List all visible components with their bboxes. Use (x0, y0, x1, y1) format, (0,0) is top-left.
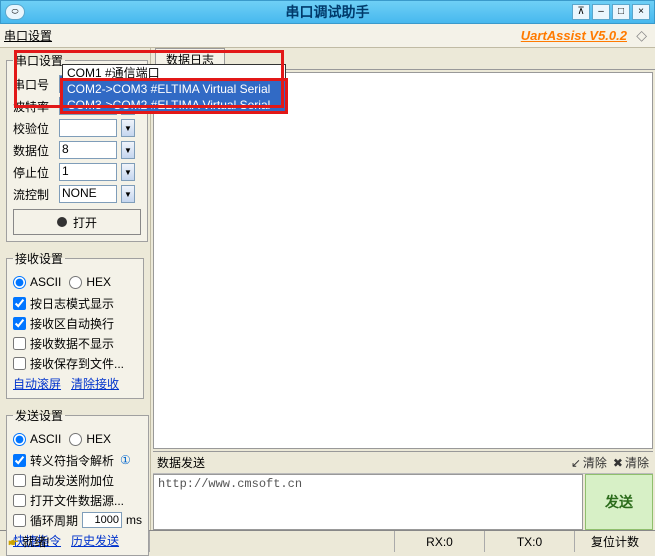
port-settings-legend: 串口设置 (13, 52, 65, 69)
port-option-2[interactable]: COM3->COM2 #ELTIMA Virtual Serial (63, 97, 285, 113)
status-rx: RX:0 (395, 531, 485, 552)
send-ascii-radio[interactable]: ASCII (13, 429, 61, 449)
statusbar: 🖝 就绪! RX:0 TX:0 复位计数 (0, 530, 655, 552)
send-area: 数据发送 ↙ 清除 ✖ 清除 http://www.cmsoft.cn 发送 (153, 451, 653, 530)
auto-scroll-link[interactable]: 自动滚屏 (13, 375, 61, 392)
status-ready-icon: 🖝 (8, 533, 18, 550)
titlebar: ⬭ 串口调试助手 ⊼ – □ × (0, 0, 655, 24)
status-ready: 就绪! (22, 533, 49, 550)
databits-dropdown-icon[interactable]: ▼ (121, 141, 135, 159)
send-cycle-check[interactable]: 循环周期 ms (13, 510, 142, 530)
flow-dropdown-icon[interactable]: ▼ (121, 185, 135, 203)
parity-select[interactable] (59, 119, 117, 137)
databits-label: 数据位 (13, 142, 55, 159)
recv-autowrap-check[interactable]: 接收区自动换行 (13, 313, 137, 333)
port-option-1[interactable]: COM2->COM3 #ELTIMA Virtual Serial (63, 81, 285, 97)
clear-input-button[interactable]: ↙ 清除 (571, 454, 607, 471)
baud-label: 波特率 (13, 98, 55, 115)
brand-link[interactable]: UartAssist V5.0.2 (521, 28, 627, 43)
reset-count-button[interactable]: 复位计数 (575, 531, 655, 552)
stopbits-label: 停止位 (13, 164, 55, 181)
clear-send-button[interactable]: ✖ 清除 (613, 454, 649, 471)
clear-recv-link[interactable]: 清除接收 (71, 375, 119, 392)
open-status-dot-icon (57, 217, 67, 227)
close-button[interactable]: × (632, 4, 650, 20)
send-hex-radio[interactable]: HEX (69, 429, 111, 449)
diamond-icon[interactable]: ◇ (636, 27, 647, 44)
recv-hide-check[interactable]: 接收数据不显示 (13, 333, 137, 353)
cycle-input[interactable] (82, 512, 122, 528)
recv-log-mode-check[interactable]: 按日志模式显示 (13, 293, 137, 313)
send-button[interactable]: 发送 (585, 474, 653, 530)
stopbits-select[interactable]: 1 (59, 163, 117, 181)
recv-save-check[interactable]: 接收保存到文件... (13, 353, 137, 373)
open-button-label: 打开 (73, 214, 97, 231)
minimize-button[interactable]: – (592, 4, 610, 20)
tool-port-settings[interactable]: 串口设置 (4, 27, 52, 44)
port-option-0[interactable]: COM1 #通信端口 (63, 65, 285, 81)
window-title: 串口调试助手 (286, 2, 370, 22)
send-legend: 发送设置 (13, 407, 65, 424)
databits-select[interactable]: 8 (59, 141, 117, 159)
send-autoappend-check[interactable]: 自动发送附加位 (13, 470, 142, 490)
stopbits-dropdown-icon[interactable]: ▼ (121, 163, 135, 181)
recv-settings-group: 接收设置 ASCII HEX 按日志模式显示 接收区自动换行 接收数据不显示 接… (6, 250, 144, 399)
left-panel: 串口设置 串口号 al Port ▼ 波特率 ▼ 校验位 ▼ 数据位 8 ▼ (0, 48, 150, 530)
send-escape-check[interactable]: 转义符指令解析① (13, 450, 142, 470)
help-icon[interactable]: ① (120, 453, 131, 467)
recv-legend: 接收设置 (13, 250, 65, 267)
parity-label: 校验位 (13, 120, 55, 137)
maximize-button[interactable]: □ (612, 4, 630, 20)
log-area[interactable] (153, 72, 653, 449)
flow-label: 流控制 (13, 186, 55, 203)
toolbar: 串口设置 xx UartAssist V5.0.2 ◇ (0, 24, 655, 48)
send-header-label: 数据发送 (157, 454, 205, 471)
send-input[interactable]: http://www.cmsoft.cn (153, 474, 583, 530)
parity-dropdown-icon[interactable]: ▼ (121, 119, 135, 137)
send-openfile-check[interactable]: 打开文件数据源... (13, 490, 142, 510)
open-port-button[interactable]: 打开 (13, 209, 141, 235)
recv-hex-radio[interactable]: HEX (69, 272, 111, 292)
port-dropdown-list[interactable]: COM1 #通信端口 COM2->COM3 #ELTIMA Virtual Se… (62, 64, 286, 114)
right-panel: 数据日志 数据发送 ↙ 清除 ✖ 清除 http://www.cmsoft.cn… (150, 48, 655, 530)
flow-select[interactable]: NONE (59, 185, 117, 203)
pin-icon[interactable]: ⊼ (572, 4, 590, 20)
recv-ascii-radio[interactable]: ASCII (13, 272, 61, 292)
sys-menu-icon[interactable]: ⬭ (5, 4, 25, 20)
status-tx: TX:0 (485, 531, 575, 552)
port-label: 串口号 (13, 76, 55, 93)
